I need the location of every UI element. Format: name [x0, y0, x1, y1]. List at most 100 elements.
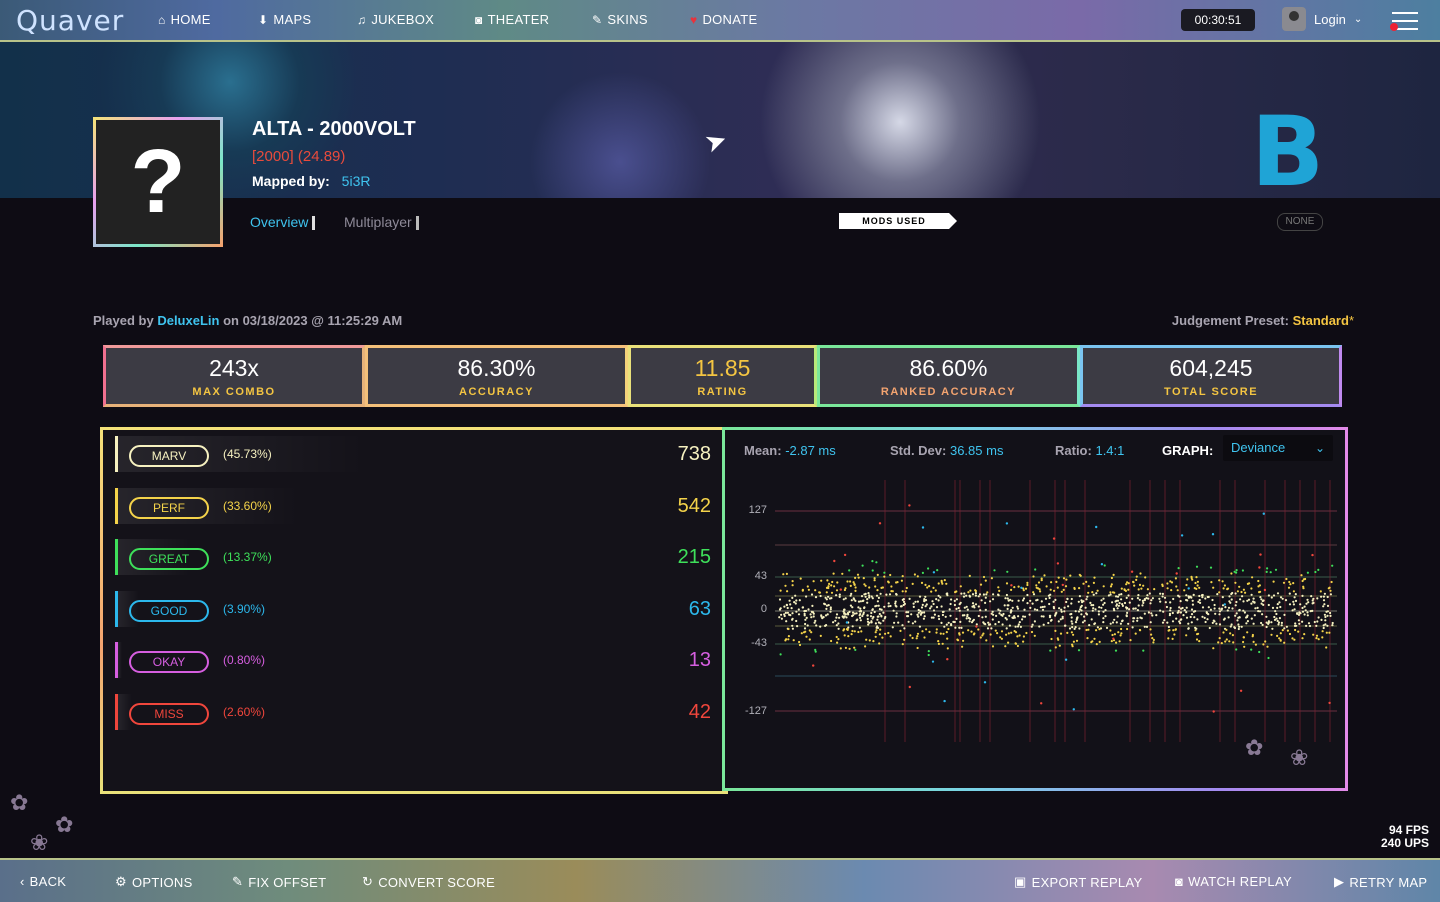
deviance-point — [1022, 635, 1025, 638]
deviance-point — [1196, 618, 1199, 621]
deviance-point — [1052, 600, 1055, 603]
deviance-point — [979, 636, 982, 639]
deviance-point — [1312, 601, 1315, 604]
nav-skins[interactable]: ✎ SKINS — [592, 12, 648, 27]
deviance-point — [1005, 522, 1009, 525]
deviance-point — [958, 632, 961, 635]
deviance-point — [1185, 616, 1189, 619]
nav-donate[interactable]: ♥ DONATE — [690, 12, 757, 27]
deviance-point — [959, 620, 962, 623]
stat-total-score-label: TOTAL SCORE — [1163, 385, 1259, 398]
deviance-point — [1308, 624, 1312, 628]
deviance-point — [1093, 637, 1096, 640]
deviance-point — [794, 594, 797, 597]
deviance-point — [963, 606, 966, 609]
graph-type-value: Deviance — [1231, 440, 1286, 455]
deviance-point — [1010, 631, 1013, 634]
tab-overview[interactable]: Overview — [250, 214, 316, 231]
retry-map-button[interactable]: ▶ RETRY MAP — [1334, 874, 1427, 890]
deviance-point — [1132, 581, 1135, 584]
play-icon: ▶ — [1334, 874, 1345, 889]
nav-jukebox[interactable]: ♫ JUKEBOX — [357, 12, 434, 27]
deviance-point — [780, 613, 783, 616]
deviance-point — [1231, 634, 1234, 637]
deviance-point — [1198, 586, 1201, 589]
flower-decoration: ❀ — [1290, 745, 1309, 770]
deviance-point — [1266, 567, 1269, 570]
deviance-point — [1003, 604, 1006, 607]
nav-jukebox-label: JUKEBOX — [371, 12, 435, 27]
options-label: OPTIONS — [131, 874, 193, 890]
deviance-point — [1235, 612, 1238, 615]
deviance-point — [814, 589, 817, 592]
deviance-point — [965, 605, 968, 608]
deviance-point — [1017, 585, 1020, 588]
deviance-point — [826, 579, 829, 582]
player-name-link[interactable]: DeluxeLin — [157, 313, 219, 328]
deviance-point — [954, 591, 957, 594]
deviance-point — [864, 595, 867, 598]
deviance-point — [1280, 621, 1283, 624]
deviance-point — [1060, 608, 1063, 611]
fix-offset-button[interactable]: ✎ FIX OFFSET — [232, 874, 326, 890]
deviance-point — [859, 616, 862, 619]
deviance-point — [984, 623, 987, 626]
deviance-point — [798, 599, 801, 602]
nav-maps[interactable]: ⬇ MAPS — [258, 12, 311, 27]
deviance-point — [1208, 626, 1211, 630]
deviance-point — [1311, 609, 1314, 612]
deviance-point — [1170, 581, 1174, 584]
deviance-point — [1149, 621, 1152, 624]
watch-replay-button[interactable]: ◙ WATCH REPLAY — [1175, 874, 1292, 889]
deviance-point — [1151, 614, 1154, 617]
deviance-point — [1110, 576, 1113, 580]
deviance-point — [1226, 588, 1229, 591]
deviance-point — [996, 632, 999, 635]
deviance-point — [856, 573, 860, 576]
flower-decoration: ✿ — [55, 812, 74, 837]
export-replay-button[interactable]: ▣ EXPORT REPLAY — [1014, 874, 1142, 890]
deviance-point — [1095, 643, 1098, 646]
back-button[interactable]: ‹ BACK — [20, 874, 66, 889]
deviance-point — [1060, 590, 1063, 593]
quaver-logo[interactable]: Quaver — [16, 4, 124, 37]
mapped-by-label: Mapped by: — [252, 173, 330, 189]
deviance-point — [973, 632, 976, 635]
deviance-point — [859, 607, 862, 610]
deviance-point — [1105, 626, 1109, 629]
deviance-point — [1125, 596, 1128, 599]
nav-home[interactable]: ⌂ HOME — [158, 12, 211, 27]
deviance-point — [1016, 644, 1019, 648]
convert-score-button[interactable]: ↻ CONVERT SCORE — [362, 874, 495, 890]
deviance-point — [1212, 586, 1215, 589]
deviance-point — [807, 588, 810, 591]
deviance-point — [871, 569, 874, 572]
deviance-point — [1114, 649, 1118, 652]
deviance-point — [1096, 626, 1099, 629]
deviance-point — [916, 575, 919, 578]
mapper-link[interactable]: 5i3R — [342, 173, 371, 189]
deviance-point — [1080, 609, 1083, 612]
deviance-point — [1149, 602, 1152, 605]
back-label: BACK — [29, 874, 67, 889]
deviance-point — [1028, 613, 1031, 616]
deviance-point — [1307, 601, 1310, 604]
deviance-point — [844, 646, 847, 649]
deviance-point — [1193, 616, 1196, 619]
options-button[interactable]: ⚙ OPTIONS — [115, 874, 193, 890]
deviance-point — [812, 611, 815, 614]
deviance-point — [1066, 597, 1069, 601]
deviance-point — [1306, 611, 1309, 614]
login-button[interactable]: Login ⌄ — [1282, 7, 1362, 31]
deviance-point — [1061, 583, 1064, 587]
deviance-point — [810, 631, 813, 634]
graph-type-dropdown[interactable]: Deviance ⌄ — [1223, 435, 1333, 461]
deviance-point — [1117, 604, 1120, 607]
deviance-point — [1059, 632, 1063, 635]
deviance-point — [945, 631, 948, 634]
deviance-point — [946, 658, 949, 661]
nav-theater[interactable]: ◙ THEATER — [475, 12, 549, 27]
retry-map-label: RETRY MAP — [1349, 874, 1428, 890]
deviance-point — [1239, 598, 1242, 601]
tab-multiplayer[interactable]: Multiplayer — [344, 214, 419, 231]
